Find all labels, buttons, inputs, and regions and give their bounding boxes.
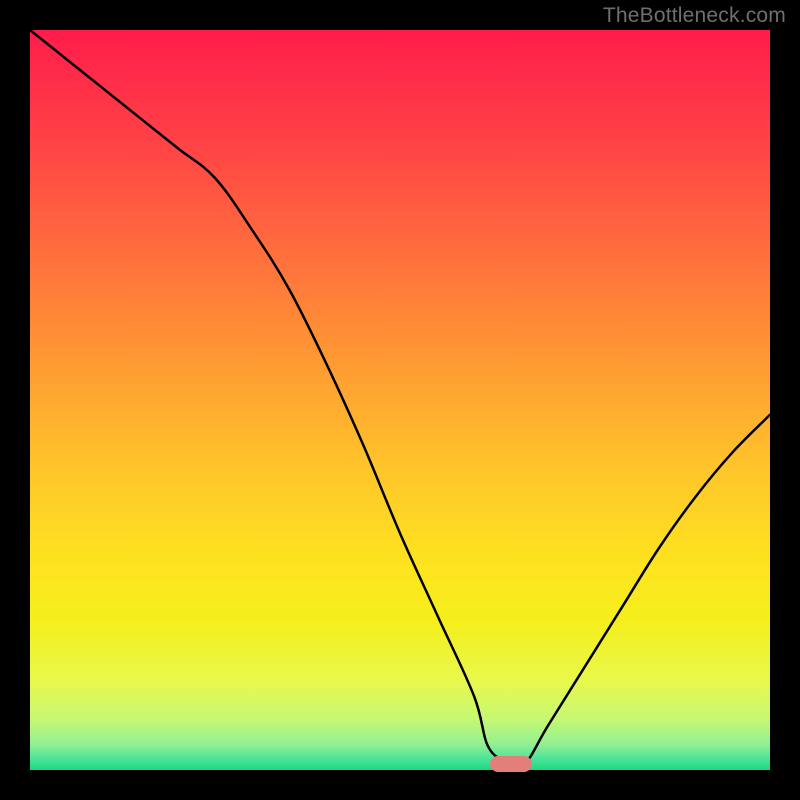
bottleneck-marker <box>490 756 532 772</box>
chart-frame: TheBottleneck.com <box>0 0 800 800</box>
plot-background <box>30 30 770 770</box>
watermark-text: TheBottleneck.com <box>603 4 786 28</box>
chart-svg <box>0 0 800 800</box>
